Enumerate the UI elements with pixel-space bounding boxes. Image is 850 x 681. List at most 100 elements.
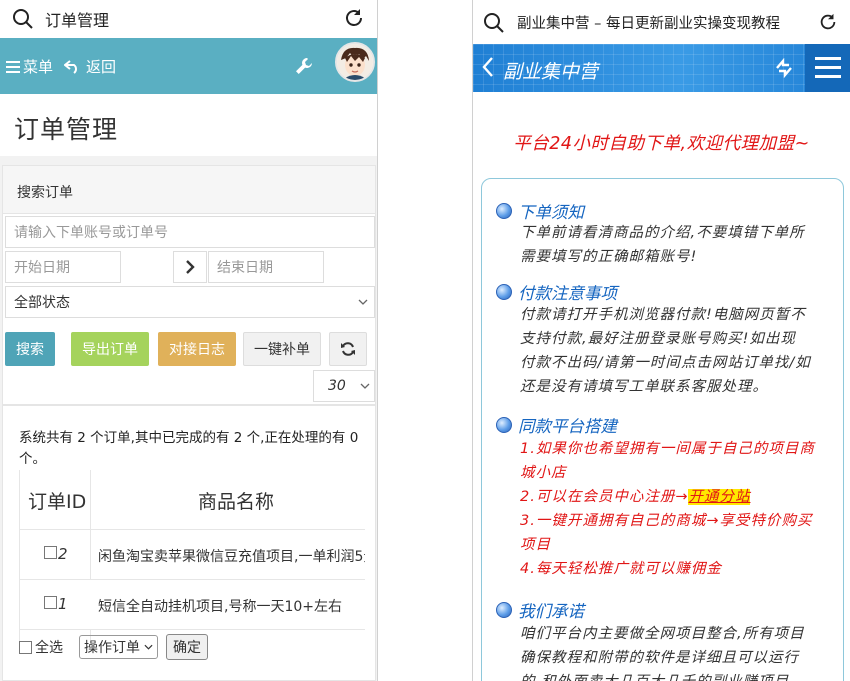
body-line: 2.可以在会员中心注册→开通分站 xyxy=(520,485,836,509)
chevron-down-icon xyxy=(360,383,370,389)
table-header: 订单ID 商品名称 xyxy=(20,470,365,530)
body-line: 需要填写的正确邮箱账号! xyxy=(520,249,698,265)
keyword-placeholder: 请输入下单账号或订单号 xyxy=(14,225,168,241)
menu-button[interactable] xyxy=(805,44,850,92)
open-substation-link[interactable]: 开通分站 xyxy=(688,489,751,505)
search-panel: 搜索订单 请输入下单账号或订单号 开始日期 结束日期 全部状态 搜索 导出订单 … xyxy=(2,165,376,405)
hamburger-icon xyxy=(815,57,841,78)
dock-log-button[interactable]: 对接日志 xyxy=(158,332,236,366)
search-icon[interactable] xyxy=(483,12,505,38)
date-range-arrow xyxy=(173,251,207,283)
menu-label: 菜单 xyxy=(23,58,54,76)
page-size-value: 30 xyxy=(328,378,346,394)
search-button[interactable]: 搜索 xyxy=(5,332,55,366)
search-panel-header: 搜索订单 xyxy=(3,166,375,214)
reload-icon[interactable] xyxy=(818,12,838,36)
avatar[interactable] xyxy=(335,42,375,82)
site-title: 副业集中营 xyxy=(503,61,599,83)
page-title-area: 订单管理 xyxy=(0,94,377,156)
body-line: 支持付款,最好注册登录账号购买!如出现 xyxy=(520,331,796,347)
body-line: 3.一键开通拥有自己的商城→享受特价购买 xyxy=(520,513,813,529)
select-all-checkbox[interactable] xyxy=(19,640,32,654)
start-date-input[interactable]: 开始日期 xyxy=(5,251,121,283)
end-date-placeholder: 结束日期 xyxy=(217,260,273,276)
one-click-refill-button[interactable]: 一键补单 xyxy=(243,332,321,366)
row-checkbox[interactable] xyxy=(44,546,57,559)
section-platform-build: 同款平台搭建 xyxy=(496,413,617,437)
search-icon[interactable] xyxy=(12,8,34,34)
section-promise: 我们承诺 xyxy=(496,598,584,622)
body-line: 城小店 xyxy=(520,465,567,481)
body-line: 下单前请看清商品的介绍,不要填错下单所 xyxy=(520,225,805,241)
orders-summary: 系统共有 2 个订单,其中已完成的有 2 个,正在处理的有 0 个。 xyxy=(19,430,359,467)
section-order-notice: 下单须知 xyxy=(496,199,584,223)
status-select-value: 全部状态 xyxy=(14,295,70,311)
confirm-button[interactable]: 确定 xyxy=(166,634,208,660)
search-panel-title: 搜索订单 xyxy=(17,185,73,201)
section-title: 下单须知 xyxy=(518,203,584,222)
bullet-icon xyxy=(496,284,512,300)
keyword-input[interactable]: 请输入下单账号或订单号 xyxy=(5,216,375,248)
address-bar[interactable]: 副业集中营 – 每日更新副业实操变现教程 xyxy=(473,0,850,44)
section-title: 同款平台搭建 xyxy=(518,417,617,436)
body-line: 还是没有请填写工单联系客服处理。 xyxy=(520,379,768,395)
row-checkbox[interactable] xyxy=(44,596,57,609)
top-bar: 菜单 返回 xyxy=(0,38,377,94)
table-row[interactable]: 2 闲鱼淘宝卖苹果微信豆充值项目,一单利润5元 xyxy=(20,530,365,580)
headline-banner: 平台24小时自助下单,欢迎代理加盟~ xyxy=(513,134,810,154)
row-order-id: 2 xyxy=(58,545,68,563)
screen: 订单管理 菜单 返回 订单管理 搜索订单 请输入下单账号或订单号 开始日期 结束… xyxy=(0,0,850,681)
section-body: 下单前请看清商品的介绍,不要填错下单所 需要填写的正确邮箱账号! xyxy=(520,221,836,269)
end-date-input[interactable]: 结束日期 xyxy=(208,251,324,283)
switch-icon[interactable] xyxy=(773,57,795,82)
order-action-select[interactable]: 操作订单 xyxy=(79,635,158,659)
status-select[interactable]: 全部状态 xyxy=(5,286,375,318)
reload-icon[interactable] xyxy=(343,7,365,33)
orders-table: 订单ID 商品名称 2 闲鱼淘宝卖苹果微信豆充值项目,一单利润5元 1 短信全自… xyxy=(19,470,365,646)
start-date-placeholder: 开始日期 xyxy=(14,260,70,276)
section-payment-notice: 付款注意事项 xyxy=(496,280,617,304)
row-product-name[interactable]: 闲鱼淘宝卖苹果微信豆充值项目,一单利润5元 xyxy=(98,546,365,566)
body-line: 项目 xyxy=(520,537,551,553)
back-chevron-icon[interactable] xyxy=(481,56,495,82)
menu-button[interactable]: 菜单 xyxy=(6,56,53,77)
address-bar[interactable]: 订单管理 xyxy=(0,0,377,38)
bullet-icon xyxy=(496,203,512,219)
site-header-bar: 副业集中营 xyxy=(473,44,850,92)
section-body: 付款请打开手机浏览器付款!电脑网页暂不 支持付款,最好注册登录账号购买!如出现 … xyxy=(520,303,836,399)
section-body: 1.如果你也希望拥有一间属于自己的项目商 城小店 2.可以在会员中心注册→开通分… xyxy=(520,437,836,581)
header-order-id: 订单ID xyxy=(28,491,87,513)
body-line: 咱们平台内主要做全网项目整合,所有项目 xyxy=(520,626,805,642)
bulk-action-bar: 全选 操作订单 确定 xyxy=(19,634,208,660)
body-line: 1.如果你也希望拥有一间属于自己的项目商 xyxy=(520,441,815,457)
row-product-name[interactable]: 短信全自动挂机项目,号称一天10+左右 xyxy=(98,596,342,616)
select-all-label: 全选 xyxy=(35,640,63,656)
body-line: 的,和外面卖大几百大几千的副业赚项目 xyxy=(520,670,836,681)
body-line: 付款请打开手机浏览器付款!电脑网页暂不 xyxy=(520,307,806,323)
undo-arrow-icon xyxy=(64,59,77,74)
order-management-phone: 订单管理 菜单 返回 订单管理 搜索订单 请输入下单账号或订单号 开始日期 结束… xyxy=(0,0,378,681)
export-orders-button[interactable]: 导出订单 xyxy=(71,332,149,366)
address-text: 副业集中营 – 每日更新副业实操变现教程 xyxy=(517,16,780,32)
refresh-button[interactable] xyxy=(329,332,367,366)
page-title: 订单管理 xyxy=(14,115,119,144)
back-button[interactable]: 返回 xyxy=(64,56,116,77)
chevron-down-icon xyxy=(144,644,153,650)
back-label: 返回 xyxy=(86,58,117,76)
table-row[interactable]: 1 短信全自动挂机项目,号称一天10+左右 xyxy=(20,580,365,630)
chevron-down-icon xyxy=(358,299,368,305)
refresh-icon xyxy=(341,342,355,356)
shop-home-phone: 副业集中营 – 每日更新副业实操变现教程 副业集中营 平台24小时自助下单,欢迎… xyxy=(472,0,850,681)
body-line: 付款不出码/请第一时间点击网站订单找/如 xyxy=(520,355,811,371)
page-size-select[interactable]: 30 xyxy=(313,370,375,402)
orders-panel: 系统共有 2 个订单,其中已完成的有 2 个,正在处理的有 0 个。 订单ID … xyxy=(2,405,376,681)
bullet-icon xyxy=(496,417,512,433)
header-product-name: 商品名称 xyxy=(198,491,275,513)
section-title: 付款注意事项 xyxy=(518,284,617,303)
wrench-icon[interactable] xyxy=(294,56,314,80)
chevron-right-icon xyxy=(186,260,195,274)
order-action-value: 操作订单 xyxy=(84,640,140,656)
hamburger-icon xyxy=(6,60,20,73)
section-body: 咱们平台内主要做全网项目整合,所有项目 确保教程和附带的软件是详细且可以运行 的… xyxy=(520,622,836,681)
row-order-id: 1 xyxy=(58,595,68,613)
